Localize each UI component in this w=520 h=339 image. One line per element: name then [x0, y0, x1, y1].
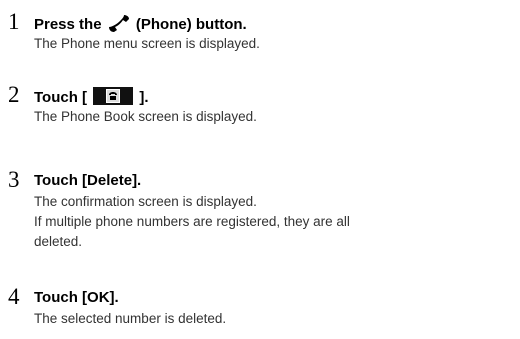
description-line: The Phone menu screen is displayed.	[34, 36, 260, 51]
description-line: If multiple phone numbers are registered…	[34, 214, 350, 229]
description-line: The Phone Book screen is displayed.	[34, 109, 257, 124]
step-number: 4	[8, 284, 20, 309]
step-title-text: Press the	[34, 16, 102, 33]
step-title: Touch [ ].	[34, 87, 149, 107]
step-title: Touch [OK].	[34, 289, 119, 306]
step-description: The Phone menu screen is displayed.	[34, 34, 514, 54]
phone-book-button-icon	[93, 87, 134, 105]
step-title-text: ].	[139, 89, 149, 106]
step-title-text: (Phone) button.	[135, 16, 247, 33]
step-description: The Phone Book screen is displayed.	[34, 107, 514, 127]
description-line: The selected number is deleted.	[34, 311, 227, 326]
step-number: 3	[8, 167, 20, 192]
step-number: 2	[8, 82, 20, 107]
step-title-text: Touch [	[34, 89, 88, 106]
step-description: The selected number is deleted.	[34, 309, 514, 329]
step-description: The confirmation screen is displayed. If…	[34, 192, 514, 252]
step-number: 1	[8, 9, 20, 34]
step-title: Touch [Delete].	[34, 172, 142, 189]
description-line: deleted.	[34, 234, 83, 249]
description-line: The confirmation screen is displayed.	[34, 194, 257, 209]
